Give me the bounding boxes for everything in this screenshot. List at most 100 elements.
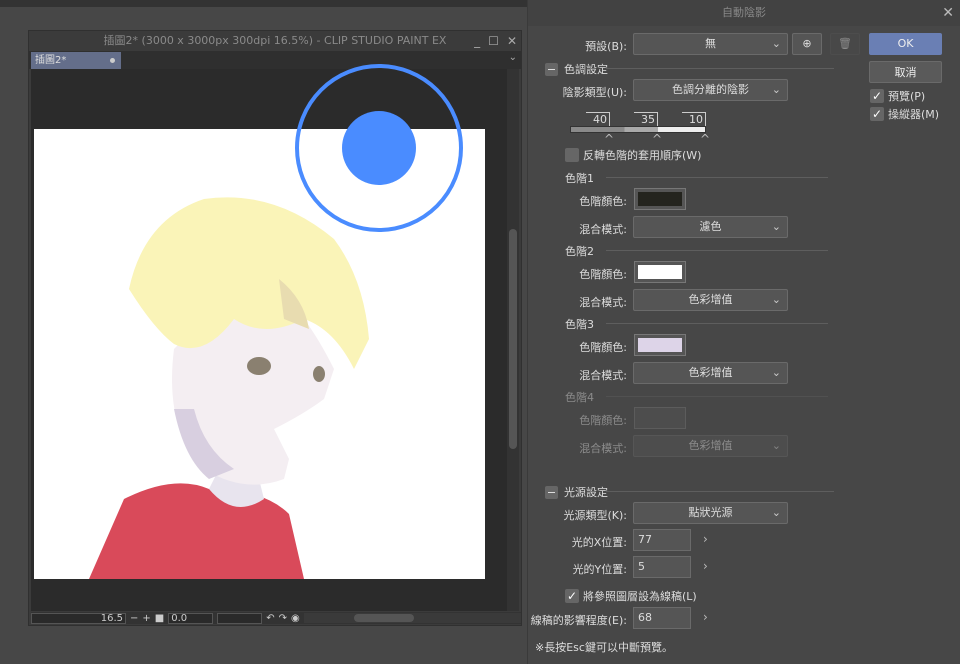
lineart-checkbox[interactable]: ✓ 將參照圖層設為線稿(L) [565,588,697,604]
chevron-down-icon: ⌄ [771,506,781,519]
threshold-2[interactable]: 35 [634,112,658,126]
canvas-area[interactable] [31,69,507,611]
vertical-scrollbar[interactable] [507,69,519,611]
shadow-type-label: 陰影類型(U): [562,86,627,99]
blend-mode-value: 色彩增值 [688,293,733,306]
light-x-label: 光的X位置: [571,536,627,549]
light-type-select[interactable]: 點狀光源 ⌄ [633,502,788,524]
light-section-header[interactable]: 光源設定 [545,484,608,500]
hint-text: ※長按Esc鍵可以中斷預覽。 [535,641,673,654]
chevron-down-icon: ⌄ [771,366,781,379]
blend-mode-value: 濾色 [699,220,722,233]
level-color-swatch[interactable] [634,261,686,283]
unsaved-dot-icon [110,58,115,63]
auto-shadow-dialog: 自動陰影 ✕ 預設(B): 無 ⌄ ⊕ 🗑 OK 取消 ✓ 預覽(P) ✓ 操縱器(M)… [527,0,960,664]
blend-mode-value: 色彩增值 [688,439,733,452]
zoom-field[interactable]: 16.5 [31,612,126,624]
register-preset-button[interactable]: ⊕ [792,33,822,55]
level-color-swatch[interactable] [634,334,686,356]
tab-canvas[interactable]: 插圖2* [31,52,121,69]
checkbox-box [565,148,579,162]
check-icon: ✓ [870,107,884,121]
influence-expand-icon[interactable]: › [703,610,708,624]
scrollbar-thumb[interactable] [353,614,414,622]
dialog-title: 自動陰影 [722,6,766,19]
blend-mode-label: 混合模式: [579,442,627,455]
lineart-label: 將參照圖層設為線稿(L) [583,590,697,603]
window-title-bar: 插圖2* (3000 x 3000px 300dpi 16.5%) - CLIP… [29,31,521,51]
reverse-order-label: 反轉色階的套用順序(W) [583,149,702,162]
level-title: 色階3 [565,318,594,331]
influence-input[interactable]: 68 [633,607,691,629]
divider [606,396,828,397]
illustration [89,197,369,579]
blend-mode-select[interactable]: 濾色 ⌄ [633,216,788,238]
horizontal-scrollbar[interactable] [303,613,521,623]
threshold-handle-2[interactable]: ^ [652,132,662,146]
maximize-button[interactable]: ☐ [488,31,499,51]
manipulator-label: 操縱器(M) [888,108,940,121]
chevron-down-icon: ⌄ [771,439,781,452]
blend-mode-select[interactable]: 色彩增值 ⌄ [633,435,788,457]
divider [606,491,834,492]
blend-mode-select[interactable]: 色彩增值 ⌄ [633,289,788,311]
preset-label: 預設(B): [585,40,627,53]
preview-checkbox[interactable]: ✓ 預覽(P) [870,88,925,104]
threshold-handle-3[interactable]: ^ [700,132,710,146]
level-color-label: 色階顏色: [579,268,627,281]
light-y-label: 光的Y位置: [572,563,627,576]
chevron-down-icon: ⌄ [771,83,781,96]
level-color-swatch[interactable] [634,407,686,429]
shadow-type-select[interactable]: 色調分離的陰影 ⌄ [633,79,788,101]
cancel-button[interactable]: 取消 [869,61,942,83]
preset-select[interactable]: 無 ⌄ [633,33,788,55]
shadow-type-value: 色調分離的陰影 [672,83,749,96]
minimize-button[interactable]: _ [474,31,480,51]
chevron-down-icon: ⌄ [771,293,781,306]
close-button[interactable]: ✕ [507,31,517,51]
reset-rotation-icon[interactable]: ◉ [291,613,300,624]
divider [606,68,834,69]
blend-mode-select[interactable]: 色彩增值 ⌄ [633,362,788,384]
fit-icon[interactable]: ■ [155,613,164,624]
rotate-right-icon[interactable]: ↷ [279,613,287,624]
ok-button[interactable]: OK [869,33,942,55]
color-fill [638,411,682,425]
threshold-handle-1[interactable]: ^ [604,132,614,146]
rotation-slider[interactable] [217,612,263,624]
zoom-out-button[interactable]: − [130,613,138,624]
rotation-field[interactable]: 0.0 [168,612,214,624]
tone-section-title: 色調設定 [564,63,608,76]
canvas-paper[interactable] [34,129,485,579]
rotate-left-icon[interactable]: ↶ [266,613,274,624]
light-y-expand-icon[interactable]: › [703,559,708,573]
level-title: 色階2 [565,245,594,258]
blend-mode-label: 混合模式: [579,369,627,382]
influence-label: 線稿的影響程度(E): [530,614,627,627]
canvas-window: 插圖2* (3000 x 3000px 300dpi 16.5%) - CLIP… [28,30,522,626]
level-color-label: 色階顏色: [579,195,627,208]
threshold-1[interactable]: 40 [586,112,610,126]
tone-level-bar[interactable] [570,126,706,133]
level-color-swatch[interactable] [634,188,686,210]
reverse-order-checkbox[interactable]: 反轉色階的套用順序(W) [565,147,701,163]
delete-preset-button[interactable]: 🗑 [830,33,860,55]
zoom-in-button[interactable]: + [142,613,150,624]
dialog-close-button[interactable]: ✕ [942,0,954,26]
collapse-icon [545,485,558,499]
light-y-input[interactable]: 5 [633,556,691,578]
window-title: 插圖2* (3000 x 3000px 300dpi 16.5%) - CLIP… [103,34,447,47]
canvas-status-bar: 16.5 − + ■ 0.0 ↶ ↷ ◉ [31,612,521,624]
manipulator-checkbox[interactable]: ✓ 操縱器(M) [870,106,939,122]
tab-menu-chevron-icon[interactable]: ⌄ [509,52,517,63]
tone-section-header[interactable]: 色調設定 [545,61,608,77]
threshold-3[interactable]: 10 [682,112,706,126]
light-x-expand-icon[interactable]: › [703,532,708,546]
preset-value: 無 [705,37,716,50]
scrollbar-thumb[interactable] [509,229,517,449]
light-x-input[interactable]: 77 [633,529,691,551]
level-title: 色階1 [565,172,594,185]
chevron-down-icon: ⌄ [771,37,781,50]
divider [606,177,828,178]
blend-mode-label: 混合模式: [579,296,627,309]
